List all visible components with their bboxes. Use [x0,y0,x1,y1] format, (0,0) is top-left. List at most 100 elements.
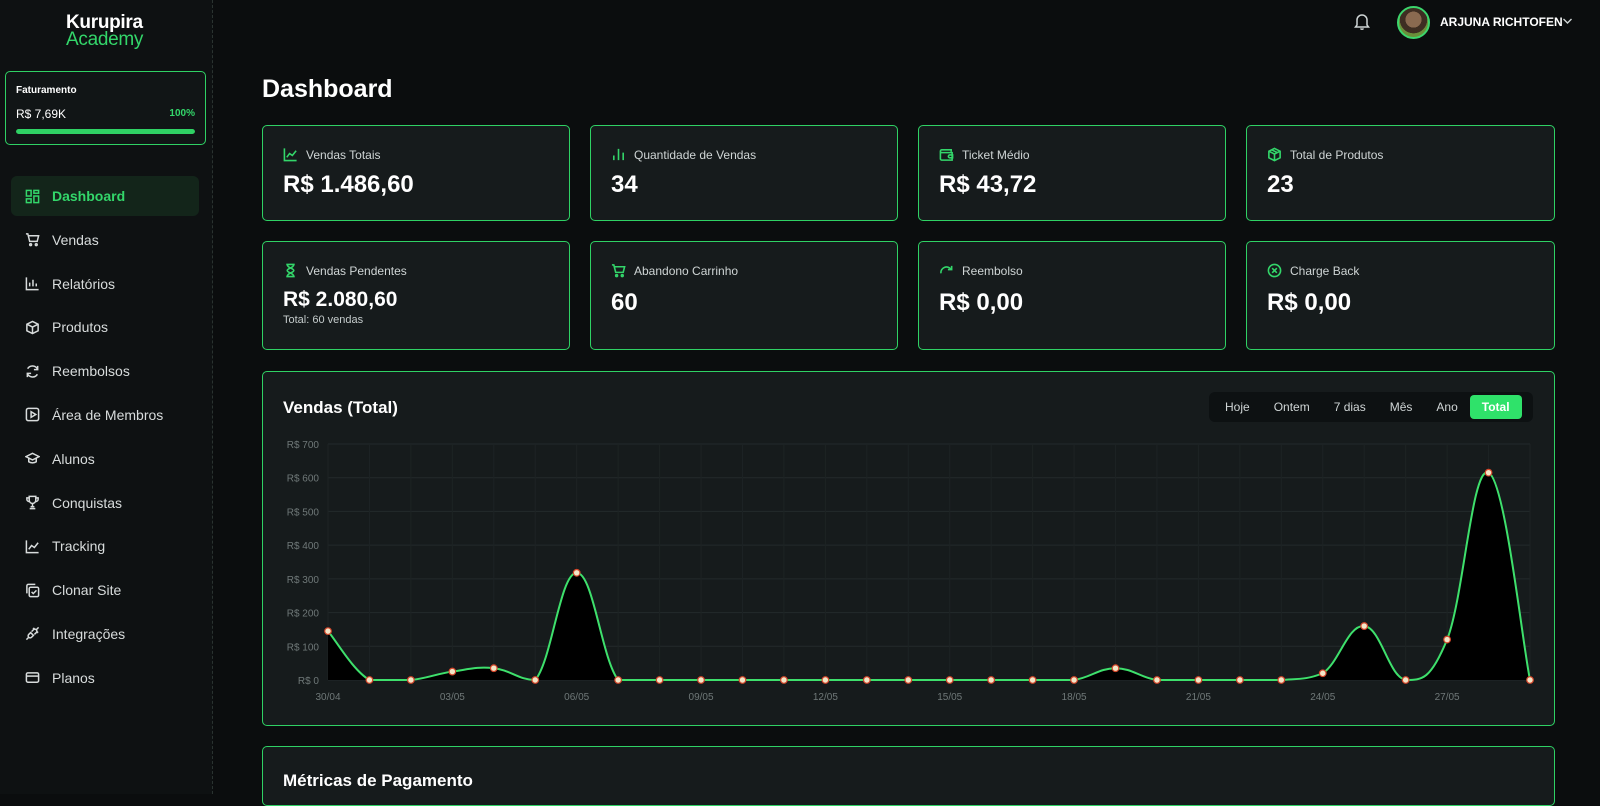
stat-card-abandono-carrinho: Abandono Carrinho 60 [590,241,898,350]
y-tick-label: R$ 200 [287,609,320,620]
data-point [1153,676,1161,684]
data-point [324,627,332,636]
sidebar-item-integracoes[interactable]: Integrações [11,614,199,654]
sidebar-item-label: Tracking [52,538,106,555]
sales-area-chart: R$ 0 R$ 100 R$ 200 R$ 300 R$ 400 R$ 500 R$ 600… [287,440,1534,703]
data-point [1111,664,1120,673]
stat-label: Charge Back [1290,263,1360,278]
stat-card-header: Charge Back [1267,263,1359,278]
y-tick-label: R$ 300 [287,575,320,586]
faturamento-progress-bar [16,129,195,134]
sidebar-item-area-de-membros[interactable]: Área de Membros [11,395,199,435]
data-point [1401,676,1410,684]
stat-label: Ticket Médio [962,147,1030,162]
trophy-icon [26,495,39,510]
sidebar-item-relatorios[interactable]: Relatórios [11,264,199,304]
redo-icon [940,265,953,274]
page-title: Dashboard [262,75,393,103]
stat-card-vendas-totais: Vendas Totais R$ 1.486,60 [262,125,570,221]
stat-value: 60 [611,289,638,316]
data-point [821,676,830,684]
x-tick-label: 24/05 [1310,692,1335,703]
sidebar: Kurupira Academy Faturamento R$ 7,69K 10… [0,0,213,794]
play-square-icon [25,408,40,422]
graduation-cap-icon [25,452,40,464]
faturamento-title: Faturamento [16,85,77,96]
brand-logo[interactable]: Kurupira Academy [66,13,156,49]
x-tick-label: 27/05 [1435,692,1460,703]
x-tick-label: 18/05 [1062,692,1087,703]
sidebar-item-clonar-site[interactable]: Clonar Site [11,570,199,610]
y-tick-label: R$ 0 [298,676,320,687]
plug-icon [25,627,40,641]
stat-card-header: Ticket Médio [939,147,1030,162]
stat-label: Abandono Carrinho [634,263,739,278]
stat-value: 34 [611,171,638,198]
x-tick-label: 21/05 [1186,692,1211,703]
faturamento-progress-fill [16,129,195,134]
sidebar-item-reembolsos[interactable]: Reembolsos [11,351,199,391]
sidebar-item-label: Área de Membros [52,406,164,423]
wallet-icon [939,149,954,161]
data-point [862,676,871,684]
stat-card-header: Quantidade de Vendas [611,147,756,162]
bar-chart-icon [25,277,39,291]
sidebar-item-produtos[interactable]: Produtos [11,307,199,347]
stat-card-header: Vendas Totais [283,147,381,162]
user-name[interactable]: ARJUNA RICHTOFEN [1440,15,1563,29]
data-point [1028,676,1037,684]
stat-label: Total de Produtos [1290,147,1384,162]
payment-metrics-title: Métricas de Pagamento [283,771,473,790]
sidebar-item-label: Integrações [52,625,126,642]
stat-value: R$ 0,00 [1267,289,1352,316]
sidebar-item-conquistas[interactable]: Conquistas [11,483,199,523]
stat-subtext: Total: 60 vendas [283,314,364,326]
data-point [987,676,996,684]
data-point [780,676,788,684]
sidebar-item-planos[interactable]: Planos [11,658,199,698]
stat-card-reembolso: Reembolso R$ 0,00 [918,241,1226,350]
sidebar-item-tracking[interactable]: Tracking [11,526,199,566]
avatar[interactable] [1397,6,1430,39]
data-point [489,664,498,673]
sidebar-item-label: Clonar Site [52,582,122,599]
faturamento-value: R$ 7,69K [16,107,67,121]
data-point [1484,468,1493,477]
stat-value: R$ 1.486,60 [283,171,414,198]
bars-icon [613,148,624,161]
data-point [1360,622,1369,630]
copy-check-icon [26,583,40,598]
data-point [1070,676,1078,684]
faturamento-card: Faturamento R$ 7,69K 100% [5,71,206,145]
sidebar-item-label: Produtos [52,319,109,336]
sales-chart-card: Vendas (Total) Hoje Ontem 7 dias Mês Ano… [262,371,1555,726]
package-icon [1268,147,1281,162]
sidebar-item-vendas[interactable]: Vendas [11,220,199,260]
stat-card-header: Abandono Carrinho [611,263,738,278]
x-tick-label: 30/04 [315,692,340,703]
data-point [531,676,540,684]
sidebar-item-label: Dashboard [52,188,126,204]
payment-metrics-card: Métricas de Pagamento [262,746,1555,806]
x-tick-label: 06/05 [564,692,589,703]
sales-area-fill [328,472,1530,680]
stat-card-header: Reembolso [939,263,1023,278]
stat-value: R$ 0,00 [939,289,1024,316]
chevron-down-icon[interactable] [1562,16,1573,26]
sidebar-item-alunos[interactable]: Alunos [11,439,199,479]
stat-card-ticket-medio: Ticket Médio R$ 43,72 [918,125,1226,221]
stat-label: Reembolso [962,263,1023,278]
x-tick-label: 15/05 [937,692,962,703]
sidebar-item-dashboard[interactable]: Dashboard [11,176,199,216]
stat-value: R$ 43,72 [939,171,1037,198]
faturamento-percent: 100% [169,108,195,119]
bell-icon[interactable] [1353,11,1371,31]
line-chart-icon [25,540,39,554]
data-point [1194,676,1203,684]
box-icon [26,320,39,335]
data-point [655,676,664,684]
dashboard-icon [25,189,40,203]
data-point [614,676,623,684]
y-tick-label: R$ 700 [287,440,320,451]
refresh-icon [26,364,39,378]
